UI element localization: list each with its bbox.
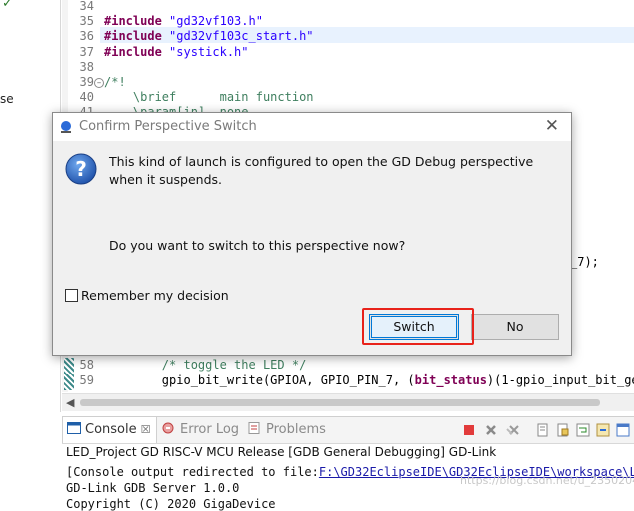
scroll-lock-icon[interactable] [556, 423, 570, 437]
console-icon [67, 422, 81, 434]
check-icon: ✓ [2, 0, 13, 11]
word-wrap-icon[interactable] [576, 423, 590, 437]
code-token: gpio_bit_write(GPIOA, GPIO_PIN_7, ( [104, 373, 415, 388]
console-view: Console ☒ Error Log Problems LED_Project … [62, 416, 634, 511]
problems-icon [248, 422, 260, 434]
line-number: 59 [79, 373, 94, 388]
clear-console-icon[interactable] [536, 423, 550, 437]
svg-text:?: ? [75, 157, 87, 181]
code-token: "gd32vf103c_start.h" [169, 29, 314, 44]
tab-console[interactable]: Console ☒ [62, 417, 158, 443]
pin-console-icon[interactable] [596, 423, 610, 437]
tab-error-log-label: Error Log [180, 422, 240, 437]
code-text: /*! [104, 75, 126, 90]
code-token: #include [104, 14, 162, 29]
line-number: 40 [79, 90, 94, 105]
scrollbar-thumb[interactable] [80, 399, 600, 406]
code-token: #include [104, 44, 162, 59]
line-number: 35 [79, 14, 94, 29]
code-text: #include "gd32vf103c_start.h" [104, 29, 314, 44]
dialog-question: Do you want to switch to this perspectiv… [109, 238, 406, 253]
line-number: 38 [79, 59, 94, 74]
terminate-icon[interactable] [462, 423, 476, 437]
console-output-line: GD-Link GDB Server 1.0.0 [66, 481, 240, 495]
code-token: bit_status [414, 373, 487, 388]
code-token: /* toggle the LED */ [104, 358, 307, 372]
scroll-left-icon[interactable]: ◀ [66, 396, 74, 409]
tab-problems-label: Problems [266, 422, 326, 437]
dialog-body: ? This kind of launch is configured to o… [53, 141, 571, 355]
line-number: 39 [79, 75, 94, 89]
code-text: #include "systick.h" [104, 45, 249, 60]
display-console-icon[interactable] [616, 423, 630, 437]
console-tabbar: Console ☒ Error Log Problems [62, 417, 634, 444]
tab-error-log[interactable]: Error Log [162, 417, 239, 443]
code-text: \brief main function [104, 90, 314, 105]
line-number: 36 [79, 29, 94, 44]
close-icon[interactable]: ☒ [141, 423, 151, 436]
no-button[interactable]: No [471, 314, 559, 340]
highlight-annotation-box [362, 308, 474, 345]
code-token: /*! [104, 75, 126, 89]
code-text: #include "gd32vf103.h" [104, 14, 263, 29]
editor-horizontal-scrollbar[interactable]: ◀ [62, 393, 634, 411]
code-token: \brief main function [104, 90, 314, 105]
close-icon[interactable]: ✕ [545, 116, 559, 136]
dialog-titlebar: Confirm Perspective Switch ✕ [53, 113, 571, 141]
remember-decision-label: Remember my decision [81, 288, 229, 303]
truncated-label: se [0, 92, 14, 106]
line-number: 58 [79, 358, 94, 372]
remove-launch-icon[interactable] [484, 423, 498, 437]
gigadevice-logo-icon [61, 121, 71, 133]
watermark: https://blog.csdn.net/u_23502048 [460, 474, 634, 487]
code-token: #include [104, 29, 162, 44]
tab-console-label: Console [85, 422, 137, 437]
code-text: _7); [570, 255, 599, 269]
checkbox-box[interactable] [65, 289, 78, 302]
remember-decision-checkbox[interactable]: Remember my decision [65, 288, 229, 303]
question-icon: ? [65, 153, 97, 185]
console-launch-title: LED_Project GD RISC-V MCU Release [GDB G… [66, 445, 497, 459]
error-log-icon [162, 422, 174, 434]
dialog-message: This kind of launch is configured to ope… [109, 154, 534, 187]
line-number: 34 [79, 0, 94, 13]
tab-problems[interactable]: Problems [248, 417, 326, 443]
code-text: /* toggle the LED */ [104, 358, 307, 373]
code-text: gpio_bit_write(GPIOA, GPIO_PIN_7, (bit_s… [104, 373, 634, 388]
line-number: 37 [79, 44, 94, 59]
confirm-perspective-switch-dialog: Confirm Perspective Switch ✕ ? This kind… [52, 112, 572, 356]
console-output-line: Copyright (C) 2020 GigaDevice [66, 497, 276, 511]
code-token: )(1-gpio_input_bit_get( [486, 373, 634, 388]
fold-toggle-icon[interactable]: − [94, 78, 104, 88]
dialog-title: Confirm Perspective Switch [79, 119, 257, 134]
remove-all-icon[interactable] [506, 423, 520, 437]
code-token: "gd32vf103.h" [169, 14, 263, 29]
code-token: "systick.h" [169, 44, 249, 59]
